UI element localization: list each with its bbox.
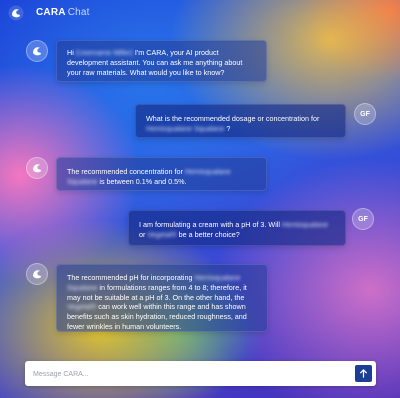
redacted-username: (Username Miller) <box>75 48 133 57</box>
user-message: I am formulating a cream with a pH of 3.… <box>128 210 346 246</box>
top-bar: CARA Chat <box>0 0 400 26</box>
redacted-ingredient: Hemisqualane <box>282 220 328 229</box>
app-title: CARA Chat <box>36 7 90 18</box>
message-text: ? <box>224 123 231 133</box>
message-text: is between 0.1% and 0.5%. <box>97 176 187 186</box>
redacted-ingredient: Vegetal® <box>147 229 177 239</box>
send-button[interactable] <box>355 365 372 382</box>
message-input[interactable] <box>31 364 345 385</box>
message-text: Hi <box>67 48 76 57</box>
user-message: What is the recommended dosage or concen… <box>135 104 346 138</box>
message-text: The recommended concentration for <box>67 167 185 176</box>
cara-bot-icon <box>26 40 48 62</box>
user-avatar: GF <box>352 208 374 230</box>
message-text: be a better choice? <box>176 229 240 239</box>
cara-logo-icon[interactable] <box>8 5 24 21</box>
assistant-message: The recommended concentration for Hemisq… <box>56 157 267 191</box>
redacted-ingredient: Hemisqualane Squalane <box>146 123 225 133</box>
user-avatar: GF <box>354 103 376 125</box>
brand-subtitle: Chat <box>67 7 90 18</box>
assistant-message: The recommended pH for incorporating Hem… <box>56 264 268 332</box>
arrow-up-icon <box>359 369 368 378</box>
message-text: The recommended pH for incorporating <box>67 273 195 282</box>
brand-name: CARA <box>36 7 66 18</box>
message-text: I am formulating a cream with a pH of 3.… <box>139 220 282 229</box>
message-text: What is the recommended dosage or concen… <box>146 114 320 123</box>
cara-bot-icon <box>26 157 48 179</box>
redacted-ingredient: Vegetal® <box>67 302 97 312</box>
assistant-message: Hi (Username Miller) I'm CARA, your AI p… <box>56 40 267 82</box>
cara-bot-icon <box>26 263 48 285</box>
composer <box>25 361 376 386</box>
